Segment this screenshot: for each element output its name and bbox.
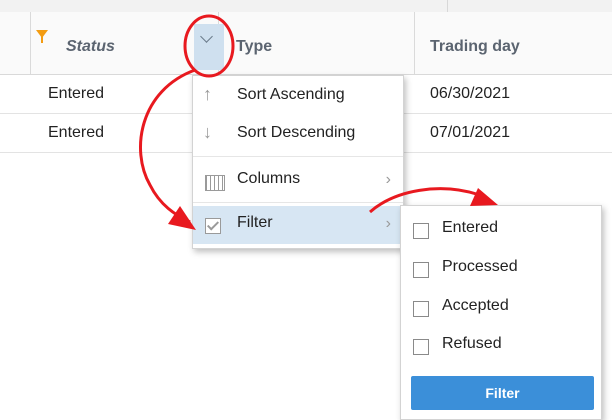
columns-icon: [205, 175, 225, 191]
trading-day-cell: 07/01/2021: [430, 124, 511, 141]
chevron-right-icon: ›: [385, 215, 391, 232]
menu-divider: [193, 156, 403, 157]
header-divider: [414, 12, 415, 74]
checkbox[interactable]: [413, 301, 429, 317]
annotation-arrowhead: [470, 188, 498, 206]
column-header-trading-day[interactable]: Trading day: [430, 38, 520, 56]
top-strip-divider: [447, 0, 448, 12]
grid-header: Status Type Trading day: [0, 12, 612, 75]
menu-divider: [193, 202, 403, 203]
filter-option-label: Entered: [442, 219, 499, 236]
status-cell: Entered: [48, 124, 105, 141]
status-cell: Entered: [48, 85, 105, 102]
filter-option-accepted[interactable]: Accepted: [401, 289, 601, 325]
column-menu-button[interactable]: [194, 24, 224, 70]
column-header-type[interactable]: Type: [236, 38, 272, 56]
menu-item-label: Filter: [237, 214, 273, 231]
filter-submenu: Entered Processed Accepted Refused Filte…: [400, 205, 602, 420]
filter-active-icon: [36, 30, 48, 43]
filter-option-processed[interactable]: Processed: [401, 250, 601, 286]
menu-item-label: Sort Ascending: [237, 86, 345, 103]
menu-item-columns[interactable]: Columns ›: [193, 162, 403, 200]
chevron-down-icon: [200, 30, 213, 43]
grid-top-strip: [0, 0, 612, 12]
filter-option-label: Accepted: [442, 297, 509, 314]
apply-filter-button[interactable]: Filter: [411, 376, 594, 410]
checkbox-checked-icon: [205, 218, 221, 234]
arrow-up-icon: ↑: [203, 84, 212, 104]
menu-item-filter[interactable]: Filter ›: [193, 206, 403, 244]
column-header-status[interactable]: Status: [66, 38, 115, 56]
filter-option-refused[interactable]: Refused: [401, 327, 601, 363]
checkbox[interactable]: [413, 262, 429, 278]
menu-item-sort-ascending[interactable]: ↑ Sort Ascending: [193, 78, 403, 116]
chevron-right-icon: ›: [385, 171, 391, 188]
menu-item-sort-descending[interactable]: ↓ Sort Descending: [193, 116, 403, 154]
arrow-down-icon: ↓: [203, 122, 212, 142]
header-divider: [30, 12, 31, 74]
filter-option-entered[interactable]: Entered: [401, 211, 601, 247]
column-menu: ↑ Sort Ascending ↓ Sort Descending Colum…: [192, 75, 404, 249]
trading-day-cell: 06/30/2021: [430, 85, 511, 102]
menu-item-label: Sort Descending: [237, 124, 356, 141]
checkbox[interactable]: [413, 223, 429, 239]
filter-option-label: Processed: [442, 258, 518, 275]
menu-item-label: Columns: [237, 170, 301, 187]
checkbox[interactable]: [413, 339, 429, 355]
filter-option-label: Refused: [442, 335, 502, 352]
